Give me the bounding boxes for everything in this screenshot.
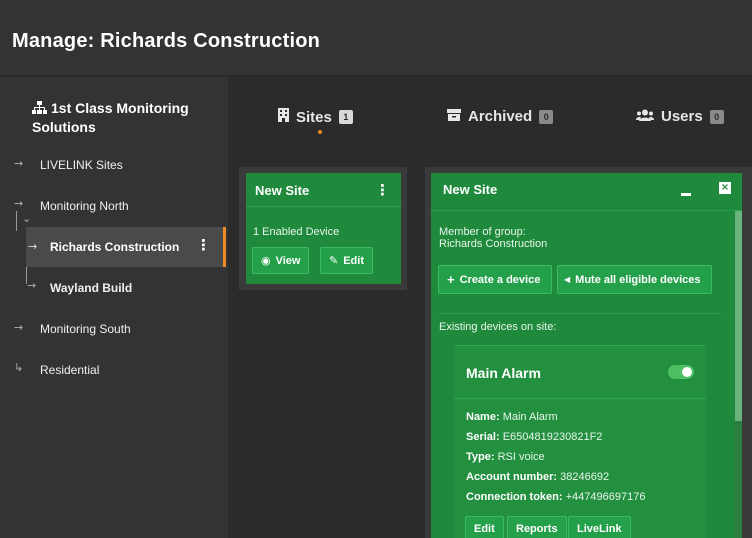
chevron-down-icon: ⌄ [22,212,32,225]
archive-icon [447,108,461,125]
device-reports-label: Reports [516,523,558,535]
device-livelink-label: LiveLink [577,523,622,535]
device-account-field: Account number: 38246692 [466,471,609,483]
tree-arrow-icon: ↳ [14,361,24,374]
toggle-knob [682,367,692,377]
device-title: Main Alarm [466,365,541,381]
divider [439,313,721,314]
device-edit-label: Edit [474,523,495,535]
enabled-devices-count: 1 Enabled Device [253,226,340,238]
tab-sites[interactable]: Sites 1 [278,108,353,126]
view-button[interactable]: ◉ View [252,247,310,274]
device-type-label: Type: [466,451,495,463]
building-icon [278,108,289,126]
existing-devices-label: Existing devices on site: [439,321,557,333]
group-name: Richards Construction [439,238,548,250]
tab-sites-count: 1 [338,110,353,124]
kebab-menu-icon[interactable]: ⋮ [196,236,211,254]
device-account-label: Account number: [466,471,558,483]
page-header: Manage: Richards Construction [0,0,752,76]
create-device-button[interactable]: + Create a device [438,265,552,294]
sidebar-item-livelink-sites[interactable]: LIVELINK Sites [40,158,123,172]
app-window: Manage: Richards Construction 1st Class … [0,0,752,538]
tab-users-label: Users [661,108,703,125]
create-device-label: Create a device [459,273,541,286]
view-button-label: View [275,254,301,267]
mute-all-button[interactable]: ◀ Mute all eligible devices [557,265,712,294]
device-serial-value: E6504819230821F2 [502,431,603,443]
sidebar-item-residential[interactable]: Residential [40,363,99,377]
tree-connector [16,211,17,231]
minimize-icon[interactable] [681,193,691,196]
plus-icon: + [447,272,455,287]
device-name-field: Name: Main Alarm [466,411,558,423]
tree-arrow-icon: → [28,240,38,253]
scrollbar-thumb[interactable] [735,211,742,421]
active-tab-indicator [318,130,322,134]
org-name: 1st Class Monitoring Solutions [32,100,189,135]
edit-button[interactable]: ✎ Edit [320,247,373,274]
tab-sites-label: Sites [296,108,332,126]
tab-archived-count: 0 [539,109,554,124]
device-token-value: +447496697176 [565,491,646,503]
sidebar-item-monitoring-north[interactable]: Monitoring North [40,199,129,213]
device-serial-field: Serial: E6504819230821F2 [466,431,602,443]
device-enabled-toggle[interactable] [668,365,694,379]
device-reports-button[interactable]: Reports [507,516,567,538]
sidebar-item-label: Richards Construction [50,240,180,254]
tree-arrow-icon: → [27,279,37,292]
tree-arrow-icon: → [14,157,24,170]
device-card: Main Alarm Name: Main Alarm Serial: E650… [454,345,706,538]
kebab-menu-icon[interactable]: ⋮ [375,181,390,199]
users-icon [636,108,654,125]
device-token-label: Connection token: [466,491,563,503]
sidebar: 1st Class Monitoring Solutions → LIVELIN… [0,77,228,538]
device-account-value: 38246692 [560,471,610,483]
eye-icon: ◉ [261,254,271,267]
device-type-value: RSI voice [497,451,545,463]
tab-archived[interactable]: Archived 0 [447,108,554,125]
tab-users-count: 0 [709,109,724,124]
page-title: Manage: Richards Construction [12,30,321,52]
device-serial-label: Serial: [466,431,500,443]
device-edit-button[interactable]: Edit [465,516,504,538]
sitemap-icon [32,101,48,119]
device-name-value: Main Alarm [502,411,558,423]
divider [454,398,706,399]
device-type-field: Type: RSI voice [466,451,545,463]
site-card-title: New Site [255,183,310,198]
detail-scrollbar[interactable] [735,211,742,538]
device-livelink-button[interactable]: LiveLink [568,516,631,538]
speaker-icon: ◀ [564,275,571,284]
device-name-label: Name: [466,411,500,423]
site-card-header: New Site ⋮ [246,173,401,207]
tab-users[interactable]: Users 0 [636,108,724,125]
org-title[interactable]: 1st Class Monitoring Solutions [32,100,222,136]
close-icon[interactable]: × [719,182,731,194]
mute-all-label: Mute all eligible devices [575,273,701,286]
sidebar-item-monitoring-south[interactable]: Monitoring South [40,322,131,336]
tree-arrow-icon: → [14,321,24,334]
site-detail-header: New Site × [431,173,742,211]
site-card[interactable]: New Site ⋮ 1 Enabled Device ◉ View ✎ Edi… [246,173,401,284]
device-token-field: Connection token: +447496697176 [466,491,645,503]
tab-archived-label: Archived [468,108,533,125]
tree-arrow-icon: → [14,197,24,210]
edit-button-label: Edit [343,254,364,267]
sidebar-item-richards-construction[interactable]: → Richards Construction ⋮ [26,227,226,267]
sidebar-item-wayland-build[interactable]: Wayland Build [50,281,132,295]
site-detail-title: New Site [443,182,498,197]
edit-icon: ✎ [329,254,339,267]
